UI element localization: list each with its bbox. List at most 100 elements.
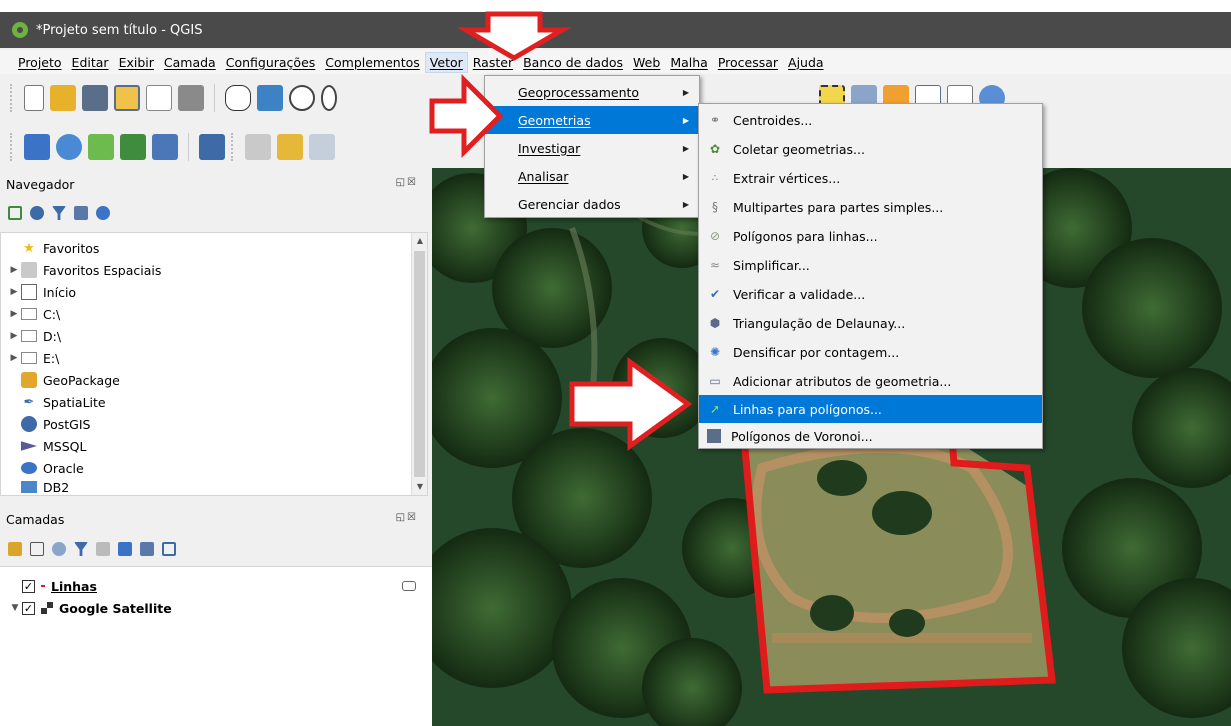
toolbar-grip[interactable]	[10, 84, 14, 112]
tree-item-db2[interactable]: DB2	[7, 479, 69, 495]
chevron-right-icon[interactable]: ▶	[7, 331, 21, 341]
menu-web[interactable]: Web	[629, 53, 664, 72]
edit-pencil-icon[interactable]	[245, 134, 271, 160]
save-as-icon[interactable]	[114, 85, 140, 111]
editing-indicator-icon[interactable]	[402, 581, 416, 591]
tree-item-oracle[interactable]: Oracle	[7, 457, 84, 479]
layer-checkbox[interactable]: ✓	[22, 601, 35, 615]
menu-editar[interactable]: Editar	[68, 53, 113, 72]
zoom-in-icon[interactable]	[289, 85, 315, 111]
menu-item-poligonos-para-linhas[interactable]: ⊘ Polígonos para linhas...	[699, 222, 1042, 250]
menu-item-analisar[interactable]: Analisar ▶	[485, 162, 699, 190]
refresh-icon[interactable]	[30, 206, 44, 220]
densify-icon: ✺	[709, 345, 721, 359]
menu-item-simplificar[interactable]: ≈ Simplificar...	[699, 251, 1042, 279]
menu-banco-de-dados[interactable]: Banco de dados	[519, 53, 627, 72]
menu-item-gerenciar-dados[interactable]: Gerenciar dados ▶	[485, 190, 699, 218]
style-manager-icon[interactable]	[178, 85, 204, 111]
add-postgis-icon[interactable]	[56, 134, 82, 160]
scroll-down-icon[interactable]: ▼	[412, 479, 428, 495]
filter-expression-icon[interactable]	[96, 542, 110, 556]
chevron-right-icon[interactable]: ▶	[7, 265, 21, 275]
layer-name: Linhas	[51, 578, 97, 594]
pan-hand-icon[interactable]	[225, 85, 251, 111]
scroll-thumb[interactable]	[414, 251, 425, 477]
chevron-right-icon[interactable]: ▶	[7, 309, 21, 319]
toolbar-grip[interactable]	[231, 133, 235, 161]
add-virtual-layer-icon[interactable]	[152, 134, 178, 160]
add-delimited-text-icon[interactable]	[88, 134, 114, 160]
navigator-scrollbar[interactable]: ▲ ▼	[411, 233, 427, 495]
tree-item-mssql[interactable]: MSSQL	[7, 435, 86, 457]
tree-item-postgis[interactable]: PostGIS	[7, 413, 90, 435]
menu-configuracoes[interactable]: Configurações	[222, 53, 320, 72]
digitize-icon[interactable]	[199, 134, 225, 160]
chevron-right-icon: ▶	[682, 87, 689, 97]
scroll-up-icon[interactable]: ▲	[412, 233, 428, 249]
tree-item-favoritos-espaciais[interactable]: ▶ Favoritos Espaciais	[7, 259, 161, 281]
tree-item-drive-c[interactable]: ▶ C:\	[7, 303, 61, 325]
tree-item-drive-e[interactable]: ▶ E:\	[7, 347, 60, 369]
collapse-all-icon[interactable]	[74, 206, 88, 220]
menu-item-multipartes[interactable]: § Multipartes para partes simples...	[699, 193, 1042, 221]
menu-item-geoprocessamento[interactable]: Geoprocessamento ▶	[485, 78, 699, 106]
menu-item-densificar-contagem[interactable]: ✺ Densificar por contagem...	[699, 338, 1042, 366]
add-selected-icon[interactable]	[8, 206, 22, 220]
menu-vetor[interactable]: Vetor	[424, 51, 468, 73]
add-group-icon[interactable]	[30, 542, 44, 556]
menu-item-linhas-para-poligonos[interactable]: ➚ Linhas para polígonos...	[699, 395, 1042, 423]
tree-item-geopackage[interactable]: GeoPackage	[7, 369, 120, 391]
menu-projeto[interactable]: Projeto	[14, 53, 66, 72]
filter-icon[interactable]	[52, 206, 66, 220]
menu-item-poligonos-voronoi[interactable]: Polígonos de Voronoi...	[699, 422, 1042, 450]
menu-item-geometrias[interactable]: Geometrias ▶	[485, 106, 699, 134]
chevron-right-icon[interactable]: ▶	[7, 287, 21, 297]
menu-malha[interactable]: Malha	[666, 53, 712, 72]
chevron-down-icon[interactable]: ▼	[8, 603, 22, 613]
menu-ajuda[interactable]: Ajuda	[784, 53, 828, 72]
info-icon[interactable]	[96, 206, 110, 220]
menu-camada[interactable]: Camada	[160, 53, 220, 72]
tree-item-spatialite[interactable]: ✒ SpatiaLite	[7, 391, 106, 413]
menu-processar[interactable]: Processar	[714, 53, 782, 72]
open-project-icon[interactable]	[50, 85, 76, 111]
add-spatialite-icon[interactable]	[120, 134, 146, 160]
menu-raster[interactable]: Raster	[469, 53, 517, 72]
layer-item-google-satellite[interactable]: ▼ ✓ Google Satellite	[8, 597, 172, 619]
menu-item-verificar-validade[interactable]: ✔ Verificar a validade...	[699, 280, 1042, 308]
pan-to-selection-icon[interactable]	[257, 85, 283, 111]
panel-float-close-icon[interactable]: ◱☒	[396, 177, 418, 188]
new-project-icon[interactable]	[24, 85, 44, 111]
menu-item-adicionar-atributos-geometria[interactable]: ▭ Adicionar atributos de geometria...	[699, 367, 1042, 395]
polygons-to-lines-icon: ⊘	[709, 229, 721, 243]
zoom-out-icon[interactable]	[321, 85, 337, 111]
expand-all-icon[interactable]	[118, 542, 132, 556]
menu-item-investigar[interactable]: Investigar ▶	[485, 134, 699, 162]
save-project-icon[interactable]	[82, 85, 108, 111]
menu-item-triangulacao-delaunay[interactable]: ⬢ Triangulação de Delaunay...	[699, 309, 1042, 337]
collapse-all-icon[interactable]	[140, 542, 154, 556]
remove-layer-icon[interactable]	[162, 542, 176, 556]
layer-item-linhas[interactable]: ✓ Linhas	[22, 575, 416, 597]
tree-item-inicio[interactable]: ▶ Início	[7, 281, 76, 303]
toolbar-grip[interactable]	[10, 133, 14, 161]
menu-exibir[interactable]: Exibir	[115, 53, 158, 72]
panel-float-close-icon[interactable]: ◱☒	[396, 512, 418, 523]
toggle-edit-icon[interactable]	[277, 134, 303, 160]
chevron-right-icon[interactable]: ▶	[7, 353, 21, 363]
tree-item-drive-d[interactable]: ▶ D:\	[7, 325, 62, 347]
layer-checkbox[interactable]: ✓	[22, 579, 35, 593]
menu-item-centroides[interactable]: ⚭ Centroides...	[699, 106, 1042, 134]
tree-item-favoritos[interactable]: ★ Favoritos	[7, 237, 99, 259]
filter-legend-icon[interactable]	[74, 542, 88, 556]
save-edits-icon[interactable]	[309, 134, 335, 160]
menu-item-extrair-vertices[interactable]: ∴ Extrair vértices...	[699, 164, 1042, 192]
add-layer-icon[interactable]	[24, 134, 50, 160]
menu-item-label: Multipartes para partes simples...	[733, 199, 944, 215]
menu-complementos[interactable]: Complementos	[321, 53, 424, 72]
menu-item-coletar-geometrias[interactable]: ✿ Coletar geometrias...	[699, 135, 1042, 163]
folder-icon	[21, 352, 37, 364]
layer-style-icon[interactable]	[8, 542, 22, 556]
manage-visibility-icon[interactable]	[52, 542, 66, 556]
print-layout-icon[interactable]	[146, 85, 172, 111]
